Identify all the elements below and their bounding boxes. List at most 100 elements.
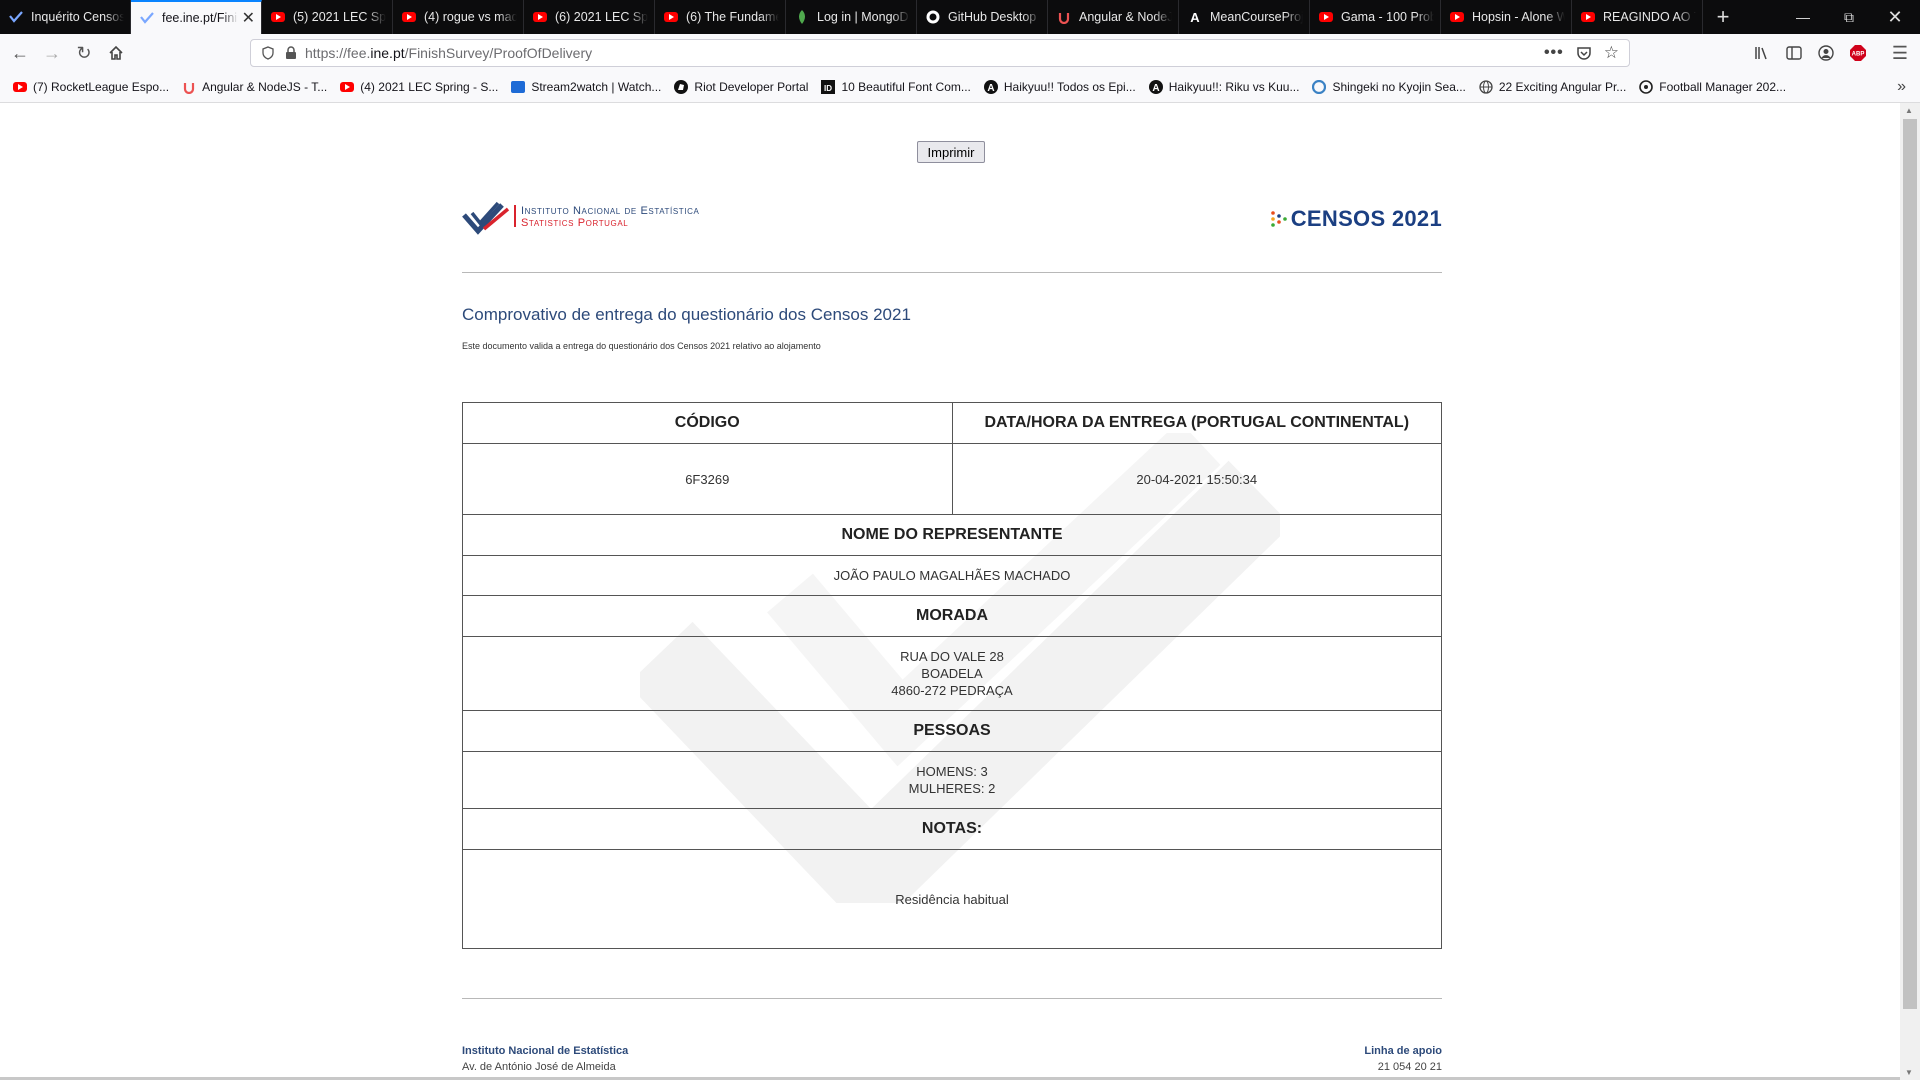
browser-tab[interactable]: (4) rogue vs mad lions — [393, 0, 524, 34]
close-window-icon[interactable]: ✕ — [1872, 0, 1918, 34]
browser-tab[interactable]: Hopsin - Alone With Me — [1441, 0, 1572, 34]
bookmark-label: Angular & NodeJS - T... — [202, 80, 328, 94]
bookmark-item[interactable]: A Haikyuu!!: Riku vs Kuu... — [1148, 80, 1300, 94]
fm-icon — [1639, 80, 1654, 94]
globe-icon — [1479, 80, 1493, 94]
bookmark-item[interactable]: Shingeki no Kyojin Sea... — [1312, 80, 1466, 94]
pessoas-header: PESSOAS — [462, 710, 1442, 752]
bookmark-item[interactable]: (4) 2021 LEC Spring - S... — [340, 80, 498, 94]
svg-text:A: A — [987, 83, 994, 94]
scrollbar-thumb[interactable] — [1903, 119, 1917, 1009]
tab-label: GitHub Desktop — [948, 10, 1037, 24]
svg-text:ABP: ABP — [1852, 52, 1865, 58]
youtube-icon — [340, 80, 355, 94]
angular-icon: A — [1188, 10, 1202, 24]
adblock-icon[interactable]: ABP — [1842, 38, 1874, 68]
bookmark-star-icon[interactable]: ☆ — [1604, 43, 1619, 63]
ine-icon — [140, 11, 154, 25]
reload-icon[interactable]: ↻ — [68, 38, 100, 68]
bookmark-item[interactable]: Football Manager 202... — [1639, 80, 1786, 94]
representante-header: NOME DO REPRESENTANTE — [462, 514, 1442, 556]
browser-tab[interactable]: Angular & NodeJS — [1048, 0, 1179, 34]
bookmark-item[interactable]: ID 10 Beautiful Font Com... — [821, 80, 971, 94]
footer-ine: Instituto Nacional de Estatística Av. de… — [462, 1045, 628, 1073]
bookmark-item[interactable]: (7) RocketLeague Espo... — [13, 80, 169, 94]
browser-tab[interactable]: fee.ine.pt/FinishSurvey ✕ — [131, 0, 262, 34]
censos-logo: CENSOS 2021 — [1270, 206, 1442, 232]
account-icon[interactable] — [1810, 38, 1842, 68]
mongodb-icon — [795, 10, 809, 24]
browser-tab[interactable]: Gama - 100 Problemas — [1310, 0, 1441, 34]
page-header: Instituto Nacional de Estatística Statis… — [462, 198, 1442, 278]
browser-tab[interactable]: Log in | MongoDB — [786, 0, 917, 34]
bookmark-label: Haikyuu!! Todos os Epi... — [1003, 80, 1136, 94]
url-text: https://fee.ine.pt/FinishSurvey/ProofOfD… — [305, 45, 593, 61]
header-divider — [462, 272, 1442, 273]
tab-label: Angular & NodeJS — [1079, 10, 1172, 24]
sidebar-icon[interactable] — [1778, 38, 1810, 68]
udemy-icon — [182, 80, 196, 94]
restore-icon[interactable]: ⧉ — [1826, 0, 1872, 34]
bookmark-label: (7) RocketLeague Espo... — [33, 80, 170, 94]
forward-icon[interactable]: → — [36, 38, 68, 68]
ine-logo: Instituto Nacional de Estatística Statis… — [462, 198, 782, 238]
library-icon[interactable] — [1746, 38, 1778, 68]
lock-icon[interactable] — [285, 46, 297, 60]
tab-label: (6) The Fundamentals — [686, 10, 779, 24]
pocket-icon[interactable] — [1576, 46, 1592, 61]
morada-header: MORADA — [462, 595, 1442, 637]
youtube-icon — [1450, 10, 1464, 24]
browser-tab[interactable]: (6) The Fundamentals — [655, 0, 786, 34]
home-icon[interactable] — [100, 38, 132, 68]
homens-count: HOMENS: 3 — [916, 764, 988, 779]
page-content: Imprimir Instituto Nacional de Estatísti… — [0, 103, 1900, 1080]
footer-support: Linha de apoio 21 054 20 21 — [1140, 1045, 1442, 1073]
footer-ine-label: Instituto Nacional de Estatística — [462, 1045, 629, 1057]
page-title: Comprovativo de entrega do questionário … — [462, 305, 911, 324]
a-icon: A — [983, 80, 998, 94]
bookmark-item[interactable]: Angular & NodeJS - T... — [182, 80, 327, 94]
tab-label: (6) 2021 LEC Spring — [555, 10, 648, 24]
back-icon[interactable]: ← — [4, 38, 36, 68]
ine-icon — [9, 10, 23, 24]
bookmark-item[interactable]: A Haikyuu!! Todos os Epi... — [983, 80, 1136, 94]
page-scrollbar[interactable]: ▲ ▼ — [1900, 103, 1920, 1080]
censos-logo-text: CENSOS 2021 — [1290, 206, 1442, 231]
footer-ine-address: Av. de António José de Almeida — [462, 1061, 616, 1073]
print-button[interactable]: Imprimir — [917, 141, 985, 163]
bookmark-item[interactable]: Stream2watch | Watch... — [511, 80, 661, 94]
browser-tab[interactable]: (5) 2021 LEC Spring — [262, 0, 393, 34]
more-actions-icon[interactable]: ••• — [1544, 44, 1564, 62]
menu-icon[interactable]: ☰ — [1884, 38, 1916, 68]
bookmarks-toolbar: (7) RocketLeague Espo... Angular & NodeJS… — [0, 72, 1920, 103]
data-hora-value: 20-04-2021 15:50:34 — [951, 443, 1442, 515]
youtube-icon — [533, 10, 547, 24]
browser-tab[interactable]: Inquérito Censos — [0, 0, 131, 34]
representante-value: JOÃO PAULO MAGALHÃES MACHADO — [462, 555, 1442, 596]
new-tab-icon[interactable]: + — [1703, 0, 1743, 34]
browser-tab[interactable]: A MeanCourseProject — [1179, 0, 1310, 34]
browser-tab[interactable]: (6) 2021 LEC Spring — [524, 0, 655, 34]
browser-tab[interactable]: REAGINDO AO TRAILER — [1572, 0, 1703, 34]
shield-icon[interactable] — [261, 46, 275, 60]
codigo-header: CÓDIGO — [462, 402, 953, 444]
minimize-icon[interactable]: — — [1780, 0, 1826, 34]
notas-value: Residência habitual — [462, 849, 1442, 949]
bookmark-item[interactable]: Riot Developer Portal — [674, 80, 808, 94]
bookmark-item[interactable]: 22 Exciting Angular Pr... — [1479, 80, 1626, 94]
tab-label: Gama - 100 Problemas — [1341, 10, 1434, 24]
svg-text:A: A — [1190, 10, 1200, 24]
bookmark-label: Haikyuu!!: Riku vs Kuu... — [1168, 80, 1300, 94]
close-tab-icon[interactable]: ✕ — [242, 8, 255, 28]
bookmark-label: 22 Exciting Angular Pr... — [1498, 80, 1627, 94]
address-bar[interactable]: https://fee.ine.pt/FinishSurvey/ProofOfD… — [250, 39, 1630, 67]
youtube-icon — [1319, 10, 1333, 24]
bookmark-label: Riot Developer Portal — [694, 80, 809, 94]
browser-tab[interactable]: GitHub Desktop — [917, 0, 1048, 34]
footer-support-label: Linha de apoio — [1364, 1045, 1442, 1057]
delivery-proof-table: CÓDIGO DATA/HORA DA ENTREGA (PORTUGAL CO… — [462, 402, 1442, 949]
tab-label: (4) rogue vs mad lions — [424, 10, 517, 24]
tab-label: REAGINDO AO TRAILER — [1603, 10, 1696, 24]
censos-dots-icon — [1270, 211, 1287, 227]
bookmarks-overflow-icon[interactable]: » — [1897, 78, 1906, 96]
